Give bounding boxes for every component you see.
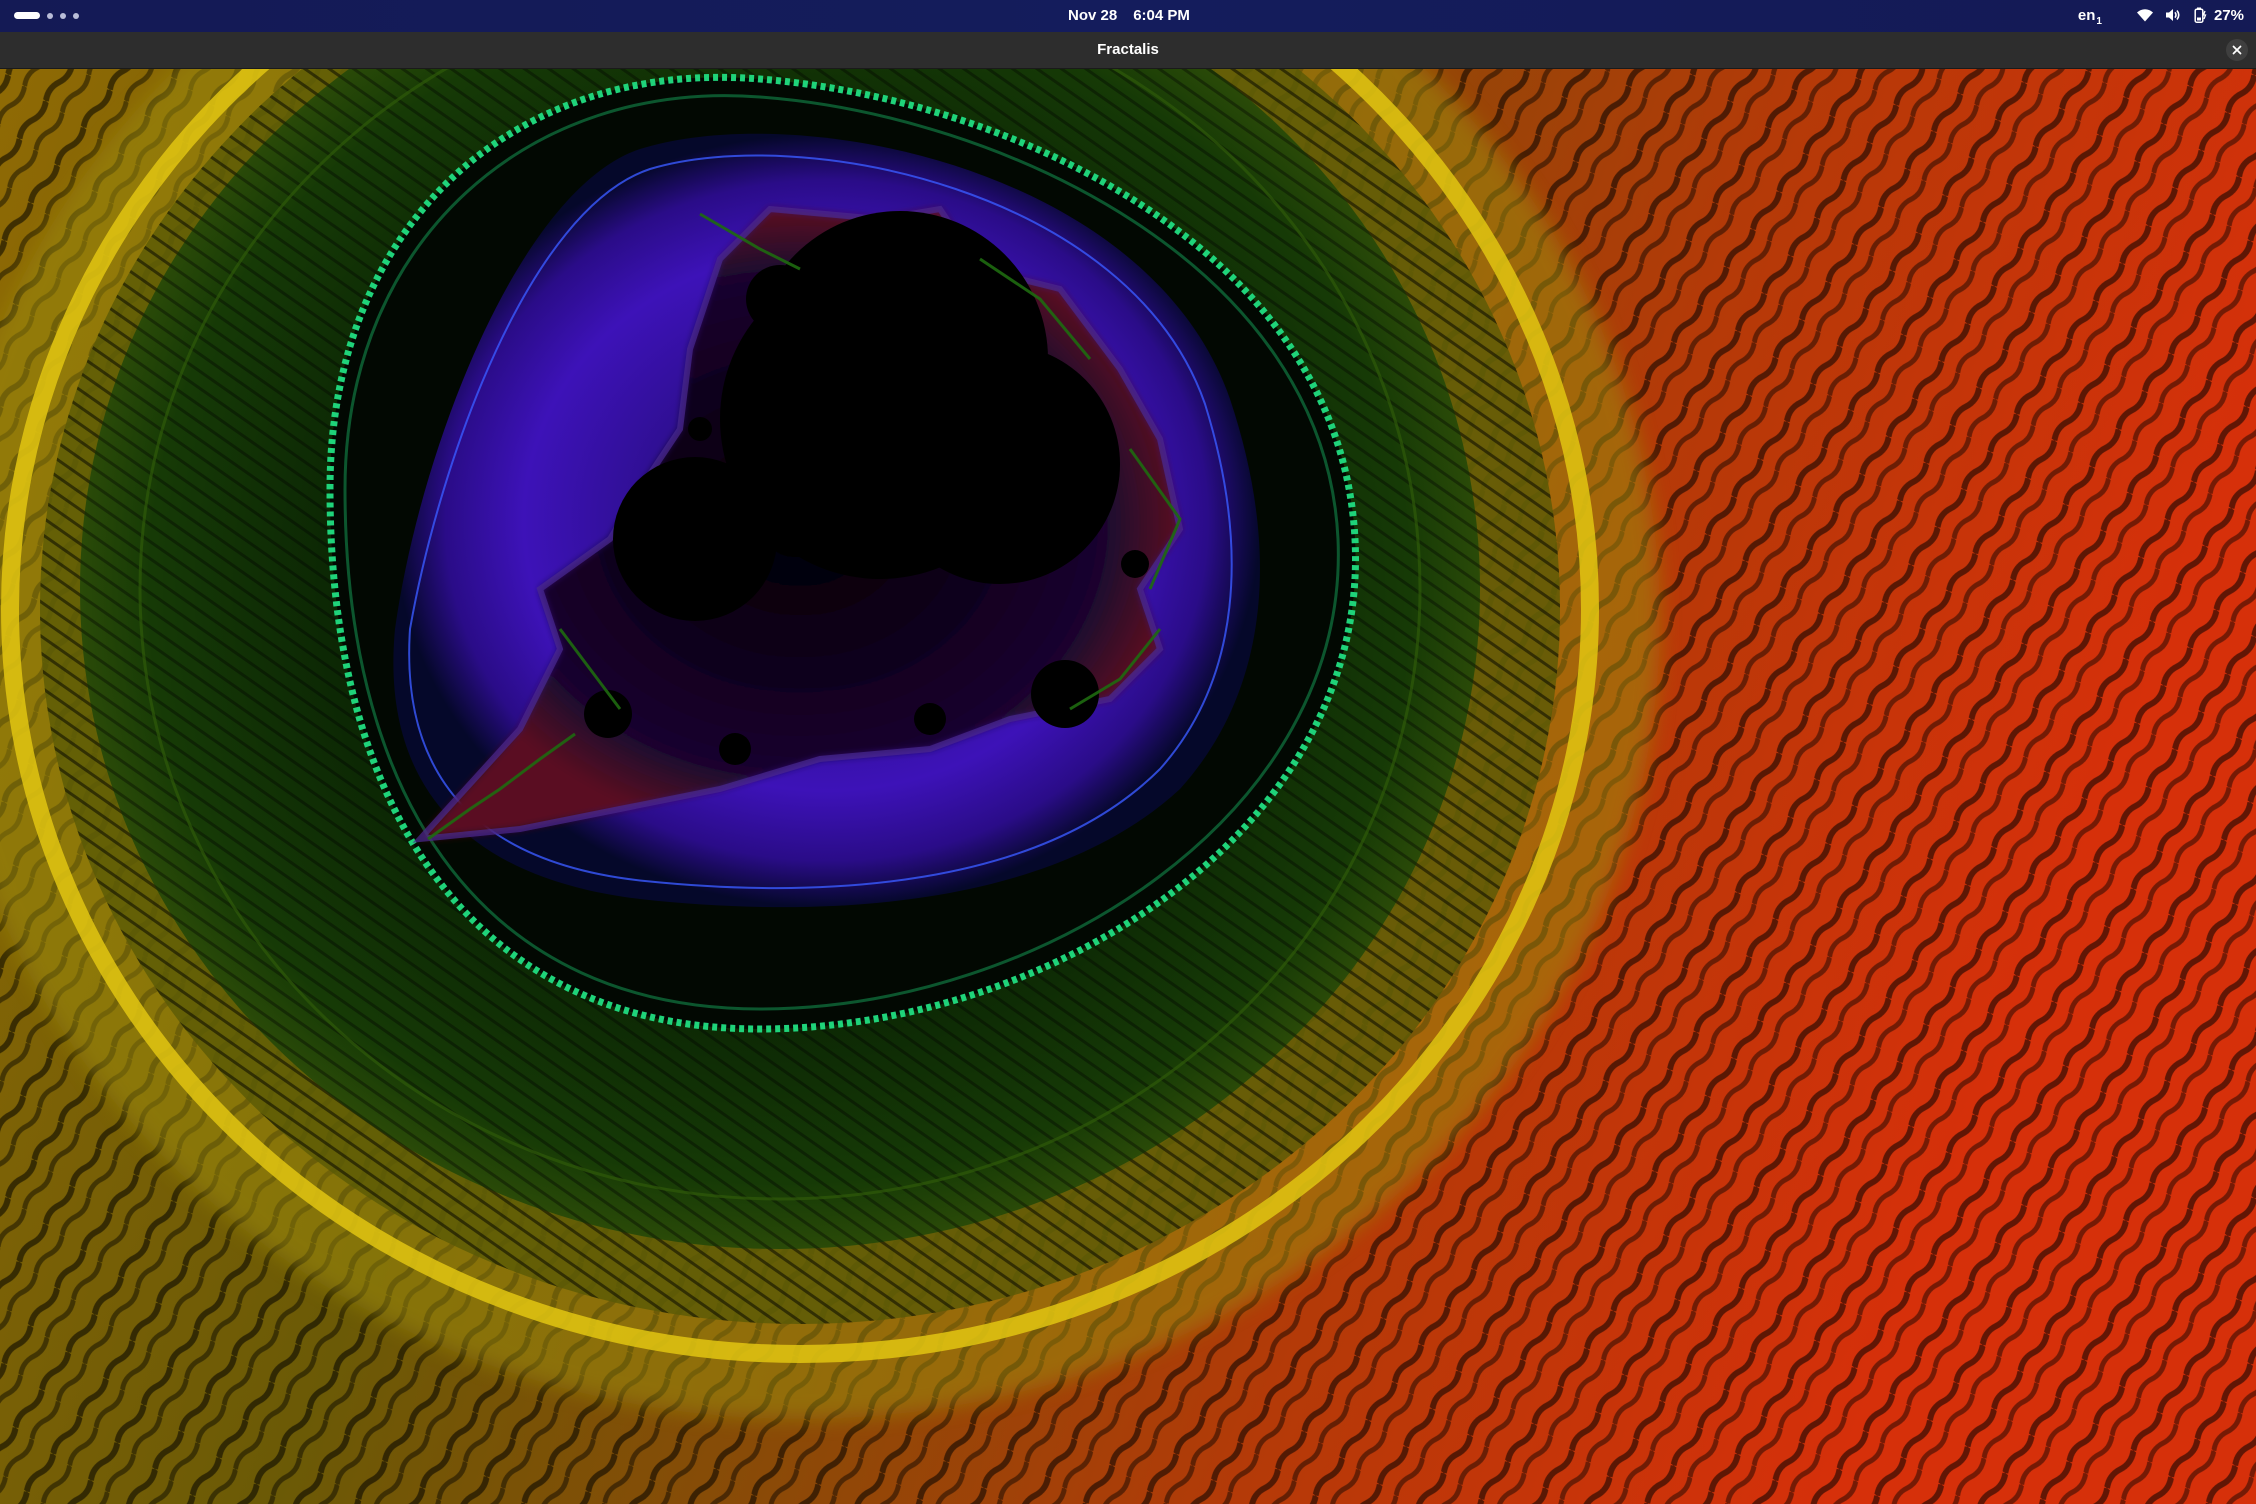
- wifi-icon[interactable]: [2136, 6, 2154, 24]
- close-button[interactable]: [2226, 39, 2248, 61]
- window-title: Fractalis: [1097, 41, 1159, 58]
- date-label: Nov 28: [1068, 7, 1118, 24]
- date-time-button[interactable]: Nov 28 6:04 PM: [1068, 7, 1190, 24]
- workspace-active-pill[interactable]: [14, 12, 40, 19]
- time-label: 6:04 PM: [1133, 7, 1190, 24]
- language-label: en: [2077, 6, 2096, 24]
- system-tray[interactable]: en 1 27%: [2077, 6, 2244, 27]
- volume-icon[interactable]: [2164, 6, 2182, 24]
- system-top-bar: Nov 28 6:04 PM en 1 27%: [0, 0, 2256, 32]
- mandelbrot-render: [0, 69, 2256, 1504]
- workspace-indicator[interactable]: [14, 12, 79, 19]
- battery-percent-label: 27%: [2213, 6, 2244, 24]
- language-sub-label: 1: [2096, 15, 2102, 27]
- workspace-dot[interactable]: [47, 12, 53, 19]
- workspace-dot[interactable]: [73, 12, 79, 19]
- window-titlebar[interactable]: Fractalis: [0, 32, 2256, 69]
- workspace-dot[interactable]: [60, 12, 66, 19]
- keyboard-layout-indicator[interactable]: en 1: [2077, 6, 2102, 27]
- battery-icon[interactable]: [2192, 6, 2210, 24]
- close-icon: [2232, 45, 2242, 55]
- fractal-canvas[interactable]: [0, 69, 2256, 1504]
